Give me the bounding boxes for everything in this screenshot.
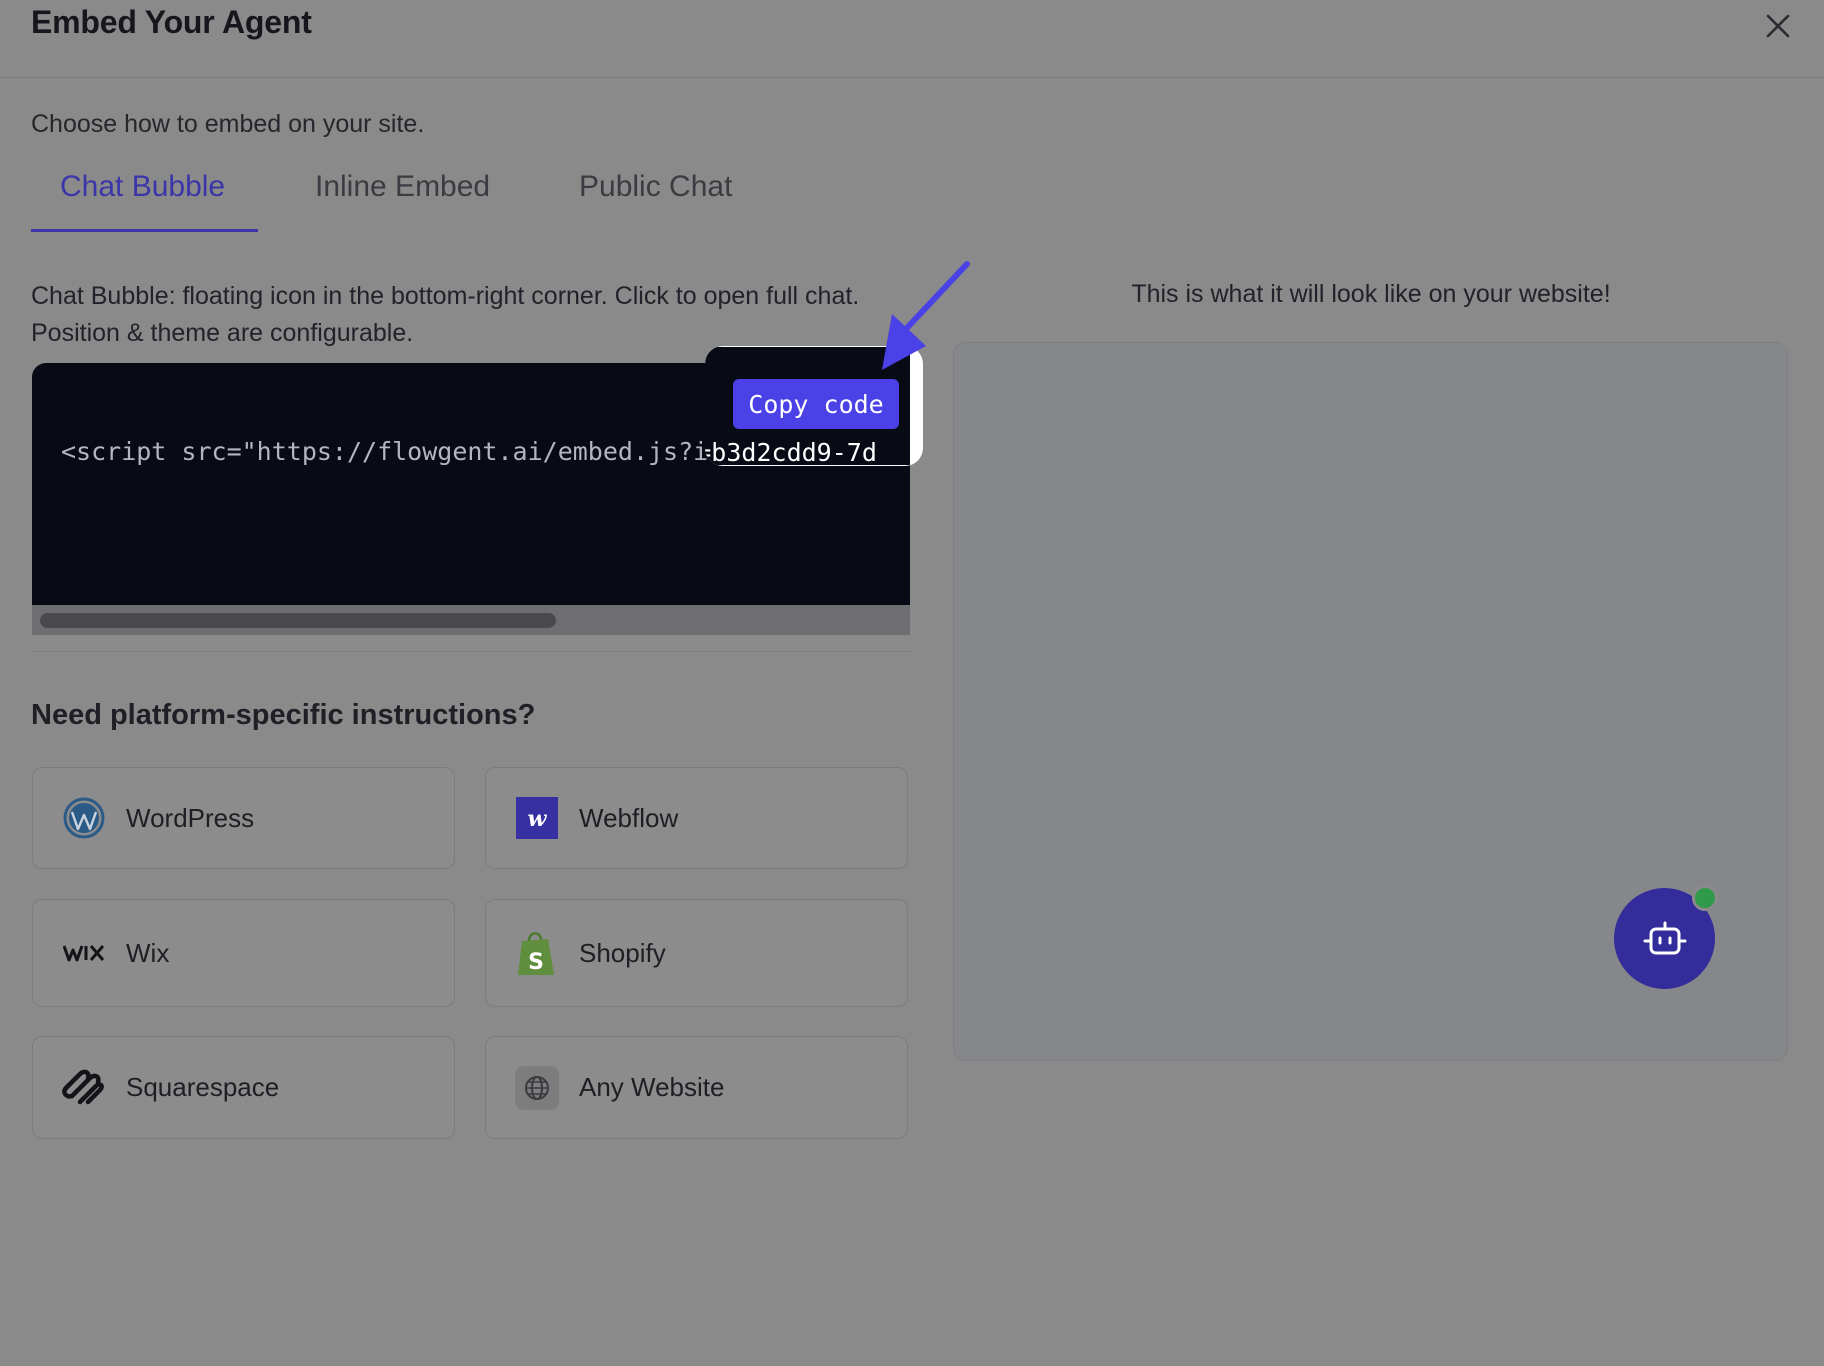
- header-divider: [0, 77, 1824, 78]
- embed-tabs: Chat Bubble Inline Embed Public Chat: [31, 170, 791, 234]
- section-divider: [32, 651, 910, 652]
- online-status-dot: [1692, 885, 1718, 911]
- platform-label: Any Website: [579, 1072, 725, 1102]
- modal-subtitle: Choose how to embed on your site.: [31, 110, 425, 138]
- highlighted-code-text: <script src="https://flowgent.ai/embed.j…: [705, 438, 877, 466]
- tab-chat-bubble[interactable]: Chat Bubble: [60, 170, 225, 204]
- close-button[interactable]: [1760, 8, 1796, 44]
- shopify-icon: S: [515, 931, 559, 975]
- tab-public-chat[interactable]: Public Chat: [579, 170, 732, 204]
- copy-code-button[interactable]: Copy code: [733, 379, 899, 429]
- mode-description: Chat Bubble: floating icon in the bottom…: [31, 282, 860, 347]
- svg-text:w: w: [528, 806, 548, 832]
- platform-card-shopify[interactable]: S Shopify: [485, 899, 908, 1007]
- platform-label: Webflow: [579, 802, 679, 833]
- svg-text:S: S: [528, 950, 544, 975]
- platform-label: Wix: [126, 937, 170, 968]
- platform-label: WordPress: [126, 802, 255, 833]
- platform-section-title: Need platform-specific instructions?: [31, 699, 536, 731]
- platform-label: Squarespace: [126, 1072, 280, 1102]
- platform-card-wix[interactable]: Wix: [32, 899, 455, 1007]
- wix-icon: [62, 931, 106, 975]
- tab-inline-embed[interactable]: Inline Embed: [315, 170, 490, 204]
- wordpress-icon: [62, 796, 106, 840]
- platform-card-webflow[interactable]: w Webflow: [485, 767, 908, 869]
- platform-label: Shopify: [579, 937, 666, 968]
- platform-card-wordpress[interactable]: WordPress: [32, 767, 455, 869]
- code-scrollbar-thumb[interactable]: [40, 613, 556, 628]
- globe-icon: [515, 1065, 559, 1110]
- platform-card-squarespace[interactable]: Squarespace: [32, 1036, 455, 1139]
- active-tab-indicator: [31, 229, 258, 232]
- close-icon: [1766, 14, 1790, 38]
- modal-title: Embed Your Agent: [31, 4, 312, 40]
- platform-card-any-website[interactable]: Any Website: [485, 1036, 908, 1139]
- bot-icon: [1643, 921, 1686, 954]
- preview-caption: This is what it will look like on your w…: [1131, 280, 1611, 308]
- webflow-icon: w: [515, 796, 559, 840]
- squarespace-icon: [62, 1066, 106, 1110]
